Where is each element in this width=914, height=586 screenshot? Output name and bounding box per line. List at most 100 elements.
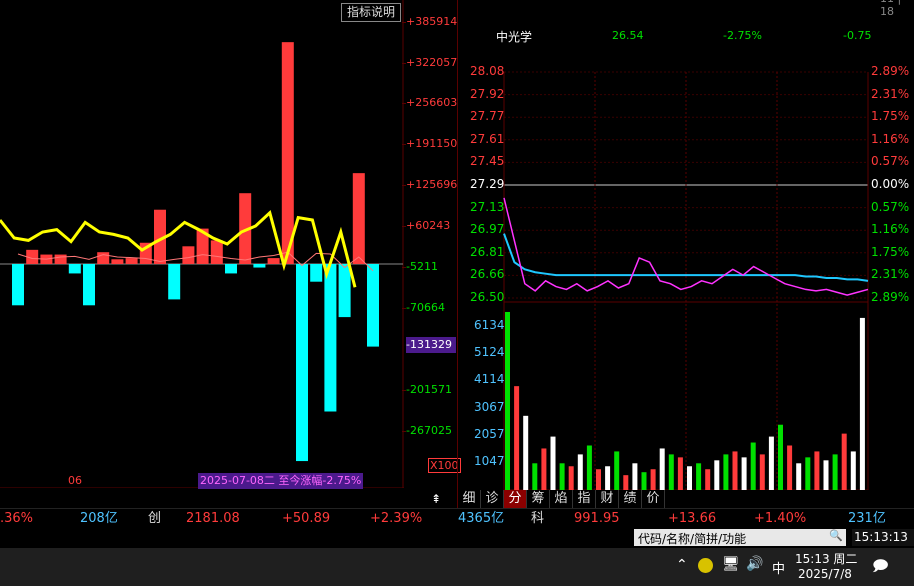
volume-bar [541,448,547,490]
search-input[interactable]: 代码/名称/简拼/功能 🔍 [634,529,846,546]
volume-tick: 4114 [474,372,505,386]
flow-bar [125,258,138,264]
search-icon[interactable]: 🔍 [829,529,843,542]
volume-bar [768,436,774,490]
stock-name[interactable]: 中光学 [496,28,532,45]
status-pct2: +2.39% [370,511,423,526]
volume-bar [623,475,629,490]
tab-0[interactable]: 细 [458,490,481,508]
left-y-tick: -5211 [406,260,438,273]
flow-bar [281,42,294,264]
volume-bar [650,469,656,490]
scroll-up-icon[interactable]: ⇞ [428,492,444,506]
volume-bar [859,317,865,490]
top-truncated-text: ------- [476,0,504,5]
status-name2[interactable]: 创 [148,509,161,529]
intraday-chart [503,71,869,490]
status-idx2: 2181.08 [186,511,240,526]
tab-2[interactable]: 分 [504,490,527,508]
flow-bar [97,252,110,264]
status-amt1: 208亿 [80,511,118,526]
pct-tick: 2.89% [871,64,910,78]
volume-bar [714,460,720,490]
stock-change: -0.75 [843,29,872,42]
volume-bar [832,454,838,490]
flow-bar [324,264,337,412]
network-icon[interactable]: 🖥 [722,556,740,572]
flow-bar [225,264,237,274]
volume-tick: 2057 [474,427,505,441]
status-amt2: 4365亿 [458,511,505,526]
tab-6[interactable]: 财 [596,490,619,508]
volume-bar [577,454,583,490]
volume-bar [568,466,574,490]
app-tray-icon[interactable] [698,558,713,573]
status-chg2: +50.89 [282,511,331,526]
volume-tick: 5124 [474,345,505,359]
status-amt3: 231亿 [848,511,886,526]
pct-tick: 2.31% [871,86,910,101]
tab-1[interactable]: 诊 [481,490,504,508]
flow-bar [310,264,323,282]
notification-icon[interactable]: 🗩 [872,556,889,581]
status-chg3: +13.66 [668,511,717,526]
tab-7[interactable]: 绩 [619,490,642,508]
flow-bar [210,240,223,264]
volume-bar [732,451,738,490]
volume-bar [787,445,793,490]
price-tick: 27.13 [470,199,505,214]
left-y-tick: +60243 [406,219,451,232]
price-tick: 26.81 [470,244,505,259]
volume-bar [677,457,683,490]
left-y-tick: -267025 [406,424,452,437]
flow-bar [367,264,379,347]
pct-tick: 0.57% [871,199,910,214]
fund-flow-chart [0,0,404,488]
multiplier-label[interactable]: X100 [428,458,461,473]
market-clock: 15:13:13 [852,529,914,546]
taskbar-date[interactable]: 2025/7/8 [798,567,852,581]
pct-tick: 0.00% [871,177,910,191]
stock-price: 26.54 [612,29,644,42]
left-y-tick: +191150 [406,137,458,150]
chevron-up-icon[interactable]: ⌃ [676,557,688,573]
volume-bar [823,460,829,490]
volume-bar [550,436,556,490]
flow-bar [296,264,308,462]
pct-tick: 1.16% [871,222,910,237]
taskbar-time[interactable]: 15:13 周二 [795,550,857,567]
volume-bar [632,463,638,490]
tab-3[interactable]: 筹 [527,490,550,508]
volume-bar [605,466,611,490]
ime-indicator[interactable]: 中 [772,558,785,577]
tab-5[interactable]: 指 [573,490,596,508]
windows-taskbar: ⌃ 🖥 🔊 中 15:13 周二 2025/7/8 🗩 [0,548,914,586]
tab-4[interactable]: 焰 [550,490,573,508]
volume-icon[interactable]: 🔊 [746,556,763,572]
tab-8[interactable]: 价 [642,490,665,508]
pct-tick: 1.16% [871,131,910,146]
volume-bar [778,424,783,490]
flow-bar [253,264,266,268]
volume-bar [614,451,620,490]
volume-bar [723,454,729,490]
top-truncated-text-right: 11 | 18 [880,0,901,18]
indicator-help-button[interactable]: 指标说明 [341,3,401,22]
volume-bar [759,454,765,490]
left-y-tick: +125696 [406,178,458,191]
flow-bar [54,254,67,264]
market-clock-text: 15:13:13 [854,530,908,544]
volume-bar [559,463,565,490]
price-tick: 27.29 [470,177,505,191]
flow-bar [168,264,181,300]
price-tick: 27.92 [470,86,505,101]
flow-bar [111,259,124,264]
search-placeholder: 代码/名称/简拼/功能 [638,532,747,546]
volume-bar [668,454,674,490]
volume-bar [796,463,802,490]
price-tick: 27.45 [470,154,505,169]
pct-tick: 1.75% [871,109,910,124]
pct-tick: 2.31% [871,267,910,282]
stock-header: 中光学 26.54 -2.75% -0.75 [458,24,914,48]
status-name3[interactable]: 科 [531,509,544,529]
